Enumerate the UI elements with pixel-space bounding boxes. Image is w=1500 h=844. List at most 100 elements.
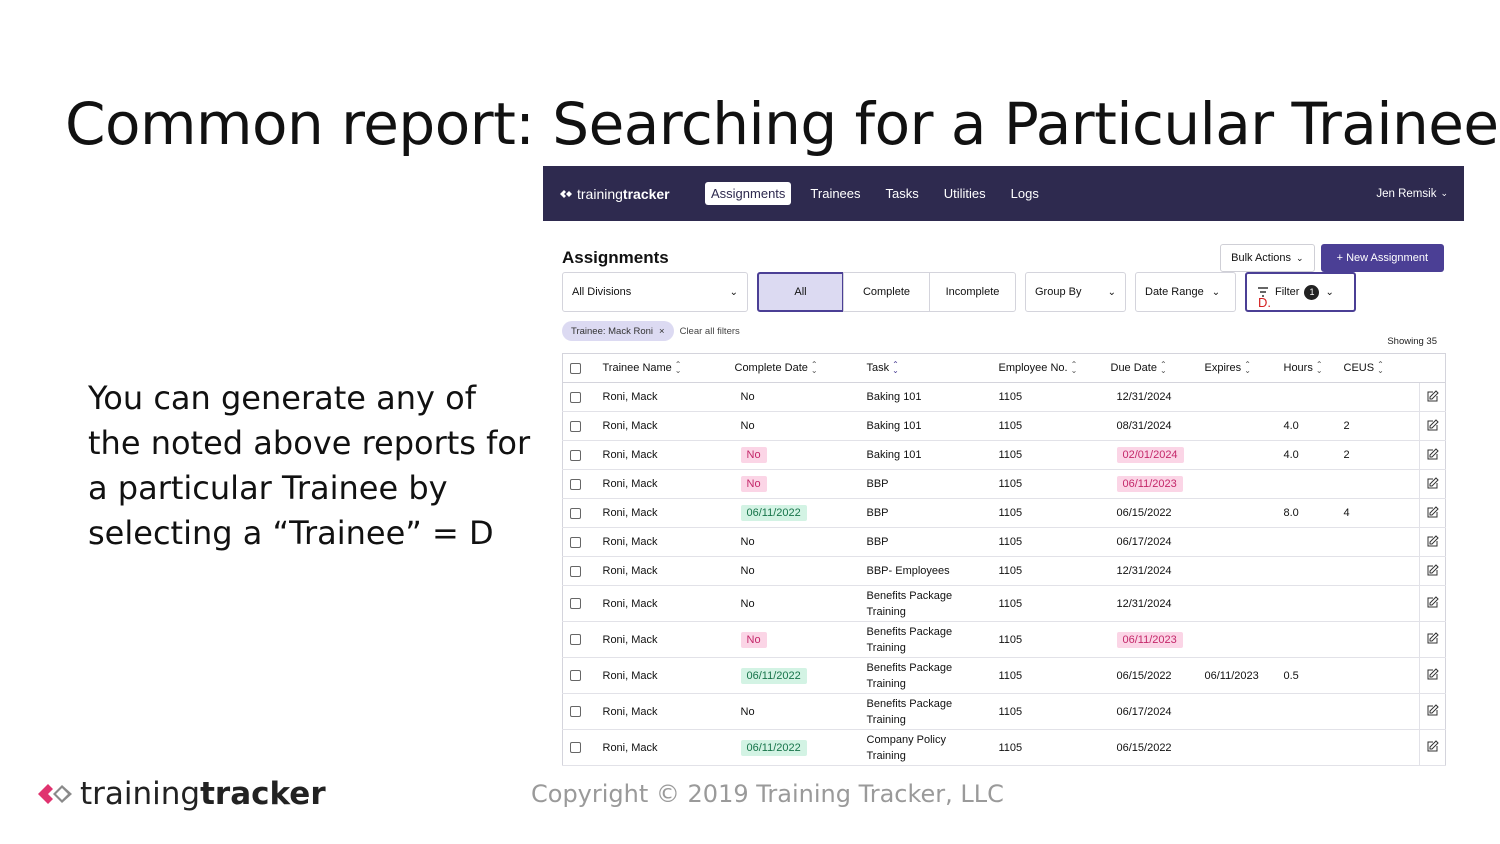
checkbox-icon[interactable] — [570, 565, 581, 577]
header-expires[interactable]: Expires ⌃ ⌄ — [1204, 353, 1284, 383]
cell-trainee-name: Roni, Mack — [602, 556, 735, 586]
divisions-select[interactable]: All Divisions ⌄ — [562, 272, 748, 312]
task-name: Benefits Package Training — [866, 661, 953, 690]
checkbox-icon[interactable] — [570, 742, 581, 754]
cell-edit — [1419, 498, 1446, 528]
complete-date: No — [740, 447, 767, 463]
table-row[interactable]: Roni, Mack No Baking 101 1105 02/01/2024 4.0 2 — [562, 440, 1446, 470]
user-menu[interactable]: Jen Remsik ⌄ — [1376, 188, 1448, 200]
brand-logo[interactable]: training tracker — [559, 186, 705, 202]
task-name: Benefits Package Training — [866, 589, 953, 618]
table-row[interactable]: Roni, Mack No BBP 1105 06/11/2023 — [562, 469, 1446, 499]
cell-due-date: 02/01/2024 — [1110, 440, 1205, 470]
header-employee-no[interactable]: Employee No. ⌃ ⌄ — [998, 353, 1111, 383]
row-checkbox-cell — [562, 693, 603, 730]
filter-button[interactable]: Filter 1 ⌄ D. — [1245, 272, 1356, 312]
cell-trainee-name: Roni, Mack — [602, 498, 735, 528]
edit-icon[interactable] — [1427, 704, 1439, 716]
nav-assignments[interactable]: Assignments — [705, 182, 792, 205]
employee-no: 1105 — [998, 741, 1023, 754]
table-row[interactable]: Roni, Mack No Baking 101 1105 08/31/2024 4.0 2 — [562, 411, 1446, 441]
cell-hours: 4.0 — [1283, 440, 1344, 470]
hours-value: 4.0 — [1283, 420, 1299, 432]
cell-task: BBP — [866, 527, 999, 557]
date-range-select[interactable]: Date Range ⌄ — [1135, 272, 1236, 312]
table-row[interactable]: Roni, Mack 06/11/2022 Benefits Package Tra… — [562, 657, 1446, 694]
table-row[interactable]: Roni, Mack 06/11/2022 BBP 1105 06/15/2022 8.0… — [562, 498, 1446, 528]
nav-utilities[interactable]: Utilities — [938, 182, 992, 205]
cell-edit — [1419, 729, 1446, 766]
edit-icon[interactable] — [1427, 476, 1439, 489]
table-row[interactable]: Roni, Mack No Benefits Package Training 110… — [562, 693, 1446, 730]
nav-trainees[interactable]: Trainees — [804, 182, 866, 205]
sort-icon[interactable]: ⌃ ⌄ — [811, 361, 818, 375]
checkbox-icon[interactable] — [570, 391, 581, 403]
edit-icon[interactable] — [1427, 563, 1439, 576]
table-row[interactable]: Roni, Mack 06/11/2022 Company Policy Train… — [562, 729, 1446, 766]
checkbox-icon[interactable] — [570, 507, 581, 519]
segment-all[interactable]: All — [757, 272, 844, 312]
checkbox-icon[interactable] — [570, 670, 581, 682]
checkbox-icon[interactable] — [570, 478, 581, 490]
edit-icon[interactable] — [1427, 418, 1439, 431]
edit-icon[interactable] — [1427, 447, 1439, 460]
nav-logs[interactable]: Logs — [1005, 182, 1045, 205]
cell-complete-date: No — [734, 556, 867, 586]
cell-trainee-name: Roni, Mack — [602, 382, 735, 412]
cell-employee-no: 1105 — [998, 657, 1111, 694]
header-task[interactable]: Task ⌃ ⌄ — [866, 353, 999, 383]
bulk-actions-label: Bulk Actions — [1231, 252, 1292, 264]
segment-complete[interactable]: Complete — [843, 272, 930, 312]
edit-icon[interactable] — [1427, 740, 1439, 752]
checkbox-icon[interactable] — [570, 598, 581, 610]
bulk-actions-button[interactable]: Bulk Actions ⌄ — [1220, 244, 1315, 272]
header-ceus[interactable]: CEUS ⌃ ⌄ — [1343, 353, 1420, 383]
cell-due-date: 06/17/2024 — [1110, 527, 1205, 557]
table-row[interactable]: Roni, Mack No Benefits Package Training 110… — [562, 621, 1446, 658]
close-icon[interactable]: × — [659, 326, 665, 337]
row-checkbox-cell — [562, 527, 603, 557]
ceus-value: 2 — [1343, 420, 1350, 432]
sort-icon[interactable]: ⌃ ⌄ — [675, 361, 682, 375]
header-complete-date[interactable]: Complete Date ⌃ ⌄ — [734, 353, 867, 383]
cell-expires — [1204, 382, 1284, 412]
edit-icon[interactable] — [1427, 596, 1439, 608]
table-row[interactable]: Roni, Mack No Benefits Package Training 110… — [562, 585, 1446, 622]
sort-icon[interactable]: ⌃ ⌄ — [892, 361, 899, 375]
cell-complete-date: No — [734, 440, 867, 470]
sort-icon[interactable]: ⌃ ⌄ — [1160, 361, 1167, 375]
complete-date: No — [740, 536, 755, 548]
sort-icon[interactable]: ⌃ ⌄ — [1377, 361, 1384, 375]
table-row[interactable]: Roni, Mack No BBP 1105 06/17/2024 — [562, 527, 1446, 557]
table-row[interactable]: Roni, Mack No BBP- Employees 1105 12/31/2024 — [562, 556, 1446, 586]
task-name: BBP — [866, 536, 889, 548]
edit-icon[interactable] — [1427, 668, 1439, 680]
checkbox-icon[interactable] — [570, 706, 581, 718]
edit-icon[interactable] — [1427, 534, 1439, 547]
cell-trainee-name: Roni, Mack — [602, 527, 735, 557]
sort-icon[interactable]: ⌃ ⌄ — [1244, 361, 1251, 375]
checkbox-icon[interactable] — [570, 362, 581, 374]
sort-icon[interactable]: ⌃ ⌄ — [1071, 361, 1078, 375]
checkbox-icon[interactable] — [570, 449, 581, 461]
clear-all-filters-link[interactable]: Clear all filters — [680, 326, 740, 337]
cell-edit — [1419, 585, 1446, 622]
header-due-date[interactable]: Due Date ⌃ ⌄ — [1110, 353, 1205, 383]
segment-incomplete[interactable]: Incomplete — [929, 272, 1016, 312]
edit-icon[interactable] — [1427, 632, 1439, 644]
checkbox-icon[interactable] — [570, 634, 581, 646]
edit-icon[interactable] — [1427, 505, 1439, 518]
nav-tasks[interactable]: Tasks — [880, 182, 925, 205]
new-assignment-button[interactable]: + New Assignment — [1320, 244, 1444, 272]
header-hours[interactable]: Hours ⌃ ⌄ — [1283, 353, 1344, 383]
checkbox-icon[interactable] — [570, 420, 581, 432]
edit-icon[interactable] — [1427, 389, 1439, 402]
cell-due-date: 06/15/2022 — [1110, 498, 1205, 528]
cell-trainee-name: Roni, Mack — [602, 729, 735, 766]
trainee-filter-chip[interactable]: Trainee: Mack Roni × — [562, 321, 674, 341]
header-trainee-name[interactable]: Trainee Name ⌃ ⌄ — [602, 353, 735, 383]
checkbox-icon[interactable] — [570, 536, 581, 548]
table-row[interactable]: Roni, Mack No Baking 101 1105 12/31/2024 — [562, 382, 1446, 412]
sort-icon[interactable]: ⌃ ⌄ — [1316, 361, 1323, 375]
group-by-select[interactable]: Group By ⌄ — [1025, 272, 1126, 312]
